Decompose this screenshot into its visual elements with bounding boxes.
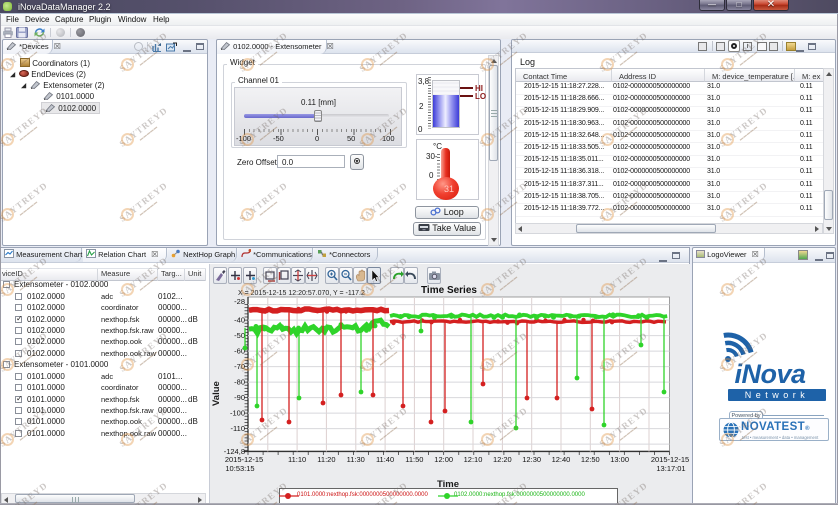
svg-text:11:40: 11:40	[376, 455, 394, 464]
svg-text:11:30: 11:30	[347, 455, 365, 464]
svg-text:12:00: 12:00	[434, 455, 453, 464]
svg-text:-100: -100	[230, 409, 245, 418]
svg-text:12:40: 12:40	[552, 455, 571, 464]
svg-text:-80: -80	[234, 378, 245, 387]
svg-text:12:10: 12:10	[464, 455, 483, 464]
svg-text:2015-12-15: 2015-12-15	[225, 455, 263, 464]
svg-text:12:20: 12:20	[493, 455, 512, 464]
svg-text:11:50: 11:50	[405, 455, 423, 464]
svg-text:-50: -50	[234, 331, 245, 340]
svg-text:12:50: 12:50	[581, 455, 600, 464]
svg-text:11:10: 11:10	[288, 455, 306, 464]
svg-text:-28: -28	[234, 297, 245, 306]
svg-text:10:53:15: 10:53:15	[225, 464, 254, 473]
svg-text:-40: -40	[234, 316, 245, 325]
svg-text:13:17:01: 13:17:01	[656, 464, 685, 473]
svg-text:13:00: 13:00	[610, 455, 629, 464]
svg-text:-70: -70	[234, 362, 245, 371]
svg-text:12:30: 12:30	[522, 455, 541, 464]
svg-text:11:20: 11:20	[317, 455, 335, 464]
svg-text:2015-12-15: 2015-12-15	[651, 455, 689, 464]
svg-text:-110: -110	[231, 424, 245, 433]
svg-text:-90: -90	[234, 393, 245, 402]
